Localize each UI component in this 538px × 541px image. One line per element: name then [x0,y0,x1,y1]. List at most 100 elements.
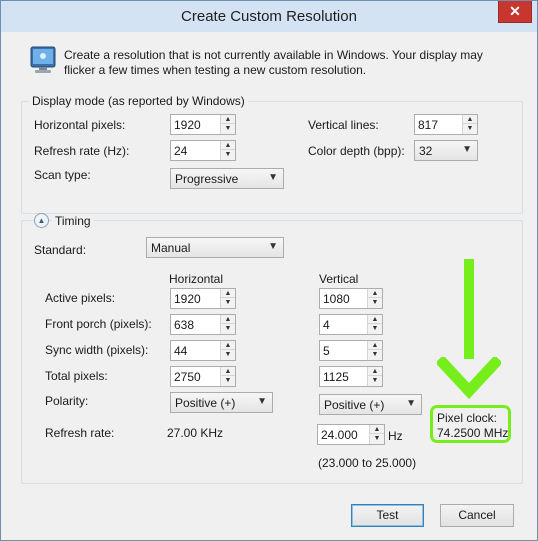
collapse-icon[interactable]: ▲ [34,213,49,228]
total-pixels-h-value: 2750 [174,370,201,384]
spin-up-icon[interactable]: ▲ [221,115,235,124]
spin-up-icon[interactable]: ▲ [221,315,235,324]
sync-width-v-field[interactable]: 5 ▲ ▼ [319,340,383,361]
active-pixels-v-value: 1080 [323,292,350,306]
spin-down-icon[interactable]: ▼ [221,124,235,133]
front-porch-v-field[interactable]: 4 ▲ ▼ [319,314,383,335]
polarity-label: Polarity: [45,394,89,408]
horizontal-pixels-field[interactable]: 1920 ▲ ▼ [170,114,236,135]
standard-select[interactable]: Manual ▼ [146,237,284,258]
front-porch-h-field[interactable]: 638 ▲ ▼ [170,314,236,335]
spin-arrows[interactable]: ▲ ▼ [220,367,235,386]
active-pixels-label: Active pixels: [45,291,116,305]
spin-up-icon[interactable]: ▲ [368,367,382,376]
horizontal-refresh-rate: 27.00 KHz [167,426,224,440]
polarity-v-select[interactable]: Positive (+) ▼ [319,394,422,415]
vertical-column-header: Vertical [319,272,359,286]
spin-down-icon[interactable]: ▼ [221,150,235,159]
annotation-arrow-icon [437,357,501,399]
refresh-range-hint: (23.000 to 25.000) [318,456,417,470]
vertical-lines-value: 817 [418,118,439,132]
spin-arrows[interactable]: ▲ ▼ [462,115,477,134]
refresh-rate-field[interactable]: 24 ▲ ▼ [170,140,236,161]
spin-arrows[interactable]: ▲ ▼ [220,141,235,160]
vertical-lines-label: Vertical lines: [308,118,379,132]
polarity-v-value: Positive (+) [324,398,385,412]
spin-down-icon[interactable]: ▼ [221,324,235,333]
spin-arrows[interactable]: ▲ ▼ [220,115,235,134]
scan-type-label: Scan type: [34,168,91,182]
title-bar: Create Custom Resolution ✕ [1,1,537,32]
dialog-body: Create a resolution that is not currentl… [8,32,530,535]
spin-up-icon[interactable]: ▲ [368,289,382,298]
chevron-down-icon: ▼ [406,398,416,409]
front-porch-label: Front porch (pixels): [45,317,152,331]
spin-arrows[interactable]: ▲ ▼ [220,289,235,308]
vertical-refresh-rate-field[interactable]: 24.000 ▲ ▼ [317,424,385,445]
total-pixels-v-field[interactable]: 1125 ▲ ▼ [319,366,383,387]
annotation-arrow-shaft [464,259,474,359]
polarity-h-value: Positive (+) [175,396,236,410]
active-pixels-v-field[interactable]: 1080 ▲ ▼ [319,288,383,309]
spin-up-icon[interactable]: ▲ [463,115,477,124]
spin-down-icon[interactable]: ▼ [370,434,384,443]
vertical-lines-field[interactable]: 817 ▲ ▼ [414,114,478,135]
spin-down-icon[interactable]: ▼ [221,298,235,307]
monitor-icon [30,46,56,73]
spin-up-icon[interactable]: ▲ [221,141,235,150]
scan-type-select[interactable]: Progressive ▼ [170,168,284,189]
sync-width-h-field[interactable]: 44 ▲ ▼ [170,340,236,361]
spin-down-icon[interactable]: ▼ [368,350,382,359]
chevron-down-icon: ▼ [257,396,267,407]
spin-up-icon[interactable]: ▲ [221,289,235,298]
spin-arrows[interactable]: ▲ ▼ [220,315,235,334]
chevron-down-icon: ▼ [268,172,278,183]
color-depth-value: 32 [419,144,433,158]
front-porch-v-value: 4 [323,318,330,332]
spin-arrows[interactable]: ▲ ▼ [367,367,382,386]
spin-down-icon[interactable]: ▼ [221,376,235,385]
front-porch-h-value: 638 [174,318,195,332]
color-depth-select[interactable]: 32 ▼ [414,140,478,161]
cancel-button[interactable]: Cancel [440,504,514,527]
refresh-rate-label: Refresh rate (Hz): [34,144,130,158]
window-title: Create Custom Resolution [181,8,357,25]
chevron-down-icon: ▼ [462,144,472,155]
standard-value: Manual [151,241,191,255]
test-button[interactable]: Test [351,504,424,527]
display-mode-label: Display mode (as reported by Windows) [29,94,248,108]
spin-up-icon[interactable]: ▲ [221,341,235,350]
sync-width-v-value: 5 [323,344,330,358]
total-pixels-v-value: 1125 [323,370,349,384]
horizontal-column-header: Horizontal [169,272,224,286]
intro-text: Create a resolution that is not currentl… [64,48,483,77]
spin-down-icon[interactable]: ▼ [463,124,477,133]
total-pixels-h-field[interactable]: 2750 ▲ ▼ [170,366,236,387]
dialog-window: Create Custom Resolution ✕ Create a reso… [0,0,538,541]
horizontal-pixels-value: 1920 [174,118,201,132]
sync-width-h-value: 44 [174,344,188,358]
spin-down-icon[interactable]: ▼ [221,350,235,359]
active-pixels-h-value: 1920 [174,292,201,306]
spin-up-icon[interactable]: ▲ [221,367,235,376]
spin-up-icon[interactable]: ▲ [370,425,384,434]
spin-down-icon[interactable]: ▼ [368,324,382,333]
spin-down-icon[interactable]: ▼ [368,376,382,385]
active-pixels-h-field[interactable]: 1920 ▲ ▼ [170,288,236,309]
refresh-rate-value: 24 [174,144,188,158]
spin-arrows[interactable]: ▲ ▼ [367,289,382,308]
close-button[interactable]: ✕ [498,1,532,23]
spin-arrows[interactable]: ▲ ▼ [220,341,235,360]
spin-arrows[interactable]: ▲ ▼ [367,341,382,360]
chevron-down-icon: ▼ [268,241,278,252]
scan-type-value: Progressive [175,172,239,186]
polarity-h-select[interactable]: Positive (+) ▼ [170,392,273,413]
horizontal-pixels-label: Horizontal pixels: [34,118,126,132]
spin-up-icon[interactable]: ▲ [368,341,382,350]
color-depth-label: Color depth (bpp): [308,144,405,158]
spin-arrows[interactable]: ▲ ▼ [367,315,382,334]
spin-down-icon[interactable]: ▼ [368,298,382,307]
spin-arrows[interactable]: ▲ ▼ [369,425,384,444]
hz-unit-label: Hz [388,429,403,443]
spin-up-icon[interactable]: ▲ [368,315,382,324]
